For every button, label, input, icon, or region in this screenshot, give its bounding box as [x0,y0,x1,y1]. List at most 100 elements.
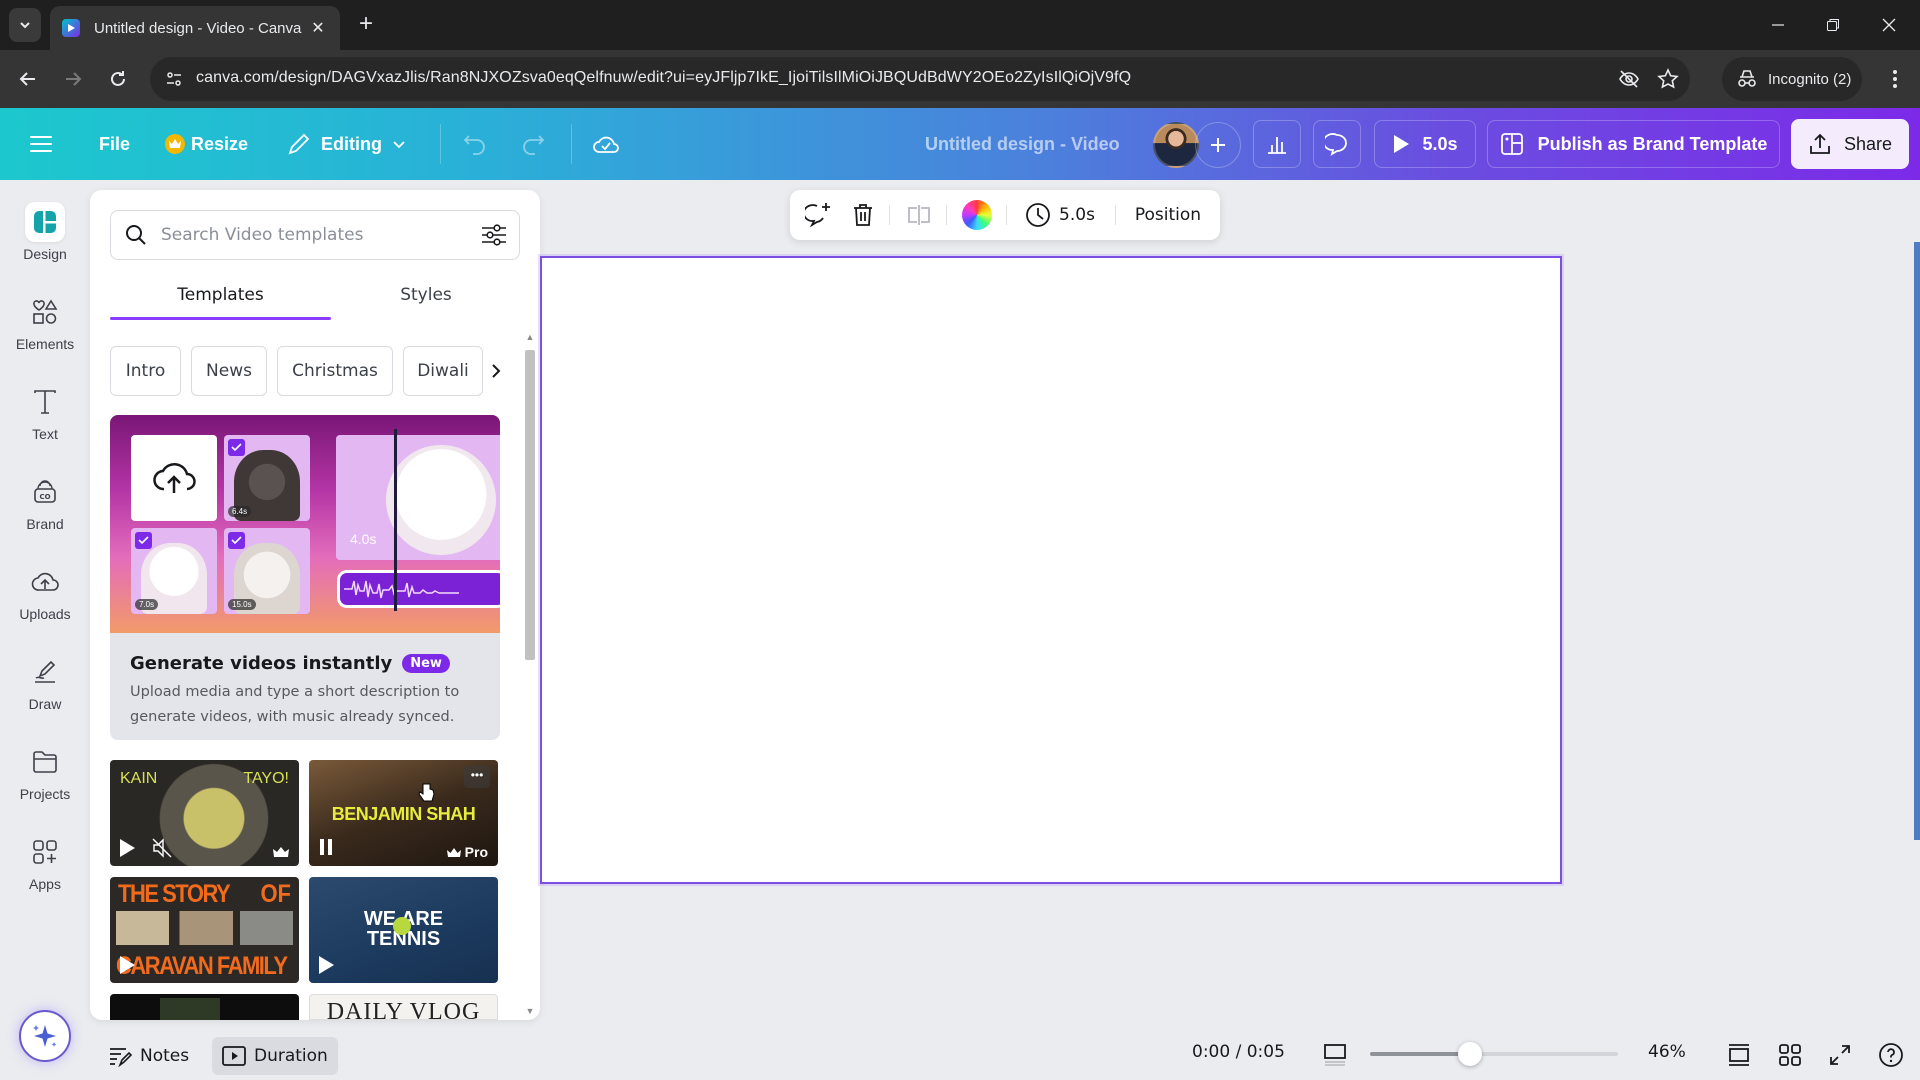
canvas-scrollbar[interactable] [1914,242,1920,840]
timing-button[interactable]: 5.0s [1018,198,1102,232]
search-input[interactable] [161,225,469,245]
user-avatar[interactable] [1153,122,1199,168]
reload-button[interactable] [102,63,134,95]
close-window-button[interactable] [1866,8,1912,42]
rail-label: Text [32,426,58,442]
template-card[interactable]: WE ARE TENNIS [309,877,498,983]
incognito-indicator[interactable]: Incognito (2) [1722,57,1862,101]
duration-button[interactable]: Duration [212,1037,338,1075]
template-text: CARAVAN FAMILY [116,951,288,980]
rail-item-elements[interactable]: Elements [0,292,90,372]
file-menu[interactable]: File [99,108,130,180]
publish-brand-template-button[interactable]: Publish as Brand Template [1487,120,1780,168]
template-card[interactable]: BENJAMIN SHAH ••• Pro [309,760,498,866]
notes-icon [110,1048,132,1067]
zoom-slider-handle[interactable] [1458,1042,1482,1066]
design-page-canvas[interactable] [540,256,1562,884]
page-thumbnails-toggle[interactable] [1320,1040,1350,1070]
filter-chip-diwali[interactable]: Diwali [403,346,483,396]
chips-scroll-right-button[interactable] [482,356,510,386]
comments-button[interactable] [1313,120,1361,168]
cloud-upload-icon [25,562,65,602]
rail-item-brand[interactable]: CO Brand [0,472,90,552]
scroll-up-arrow[interactable]: ▲ [525,332,535,342]
close-tab-icon[interactable]: ✕ [306,16,330,40]
folder-icon [25,742,65,782]
rail-label: Design [23,246,67,262]
eye-off-icon[interactable] [1618,68,1640,90]
scroll-down-arrow[interactable]: ▼ [525,1006,535,1016]
play-preview-button[interactable]: 5.0s [1374,120,1476,168]
template-card[interactable]: KAIN TAYO! [110,760,299,866]
chevron-down-icon [393,141,405,149]
filter-chip-news[interactable]: News [191,346,267,396]
save-status-button[interactable] [592,108,620,180]
bookmark-star-icon[interactable] [1657,68,1679,90]
tab-styles[interactable]: Styles [331,270,521,320]
browser-tab[interactable]: Untitled design - Video - Canva ✕ [50,6,340,50]
filter-sliders-icon[interactable] [469,224,519,246]
zoom-percentage[interactable]: 46% [1648,1042,1686,1062]
minimize-icon [1772,24,1784,26]
rail-item-text[interactable]: Text [0,382,90,462]
help-button[interactable] [1876,1040,1906,1070]
panel-scrollbar[interactable]: ▲ ▼ [522,330,538,1020]
filter-chip-intro[interactable]: Intro [110,346,181,396]
undo-button[interactable] [462,108,488,180]
template-card[interactable]: THE STORY OF CARAVAN FAMILY [110,877,299,983]
main-menu-button[interactable] [30,108,52,180]
fullscreen-button[interactable] [1825,1040,1855,1070]
grid-view-button[interactable] [1775,1040,1805,1070]
insights-button[interactable] [1253,120,1301,168]
generate-videos-promo-card[interactable]: 6.4s 7.0s 15.0s 4.0s Generate videos ins… [110,415,500,740]
zoom-slider[interactable] [1370,1042,1618,1066]
template-search-field[interactable] [110,210,520,260]
duration-label: Duration [254,1046,328,1066]
rail-item-uploads[interactable]: Uploads [0,562,90,642]
back-button[interactable] [12,63,44,95]
background-color-button[interactable] [960,198,994,232]
design-title[interactable]: Untitled design - Video [925,108,1120,180]
editing-mode-dropdown[interactable]: Editing [287,108,406,180]
filter-chip-christmas[interactable]: Christmas [277,346,393,396]
play-icon[interactable] [118,838,136,858]
rail-item-draw[interactable]: Draw [0,652,90,732]
sparkle-icon [33,1025,57,1047]
rail-item-projects[interactable]: Projects [0,742,90,822]
play-icon[interactable] [317,955,335,975]
site-info-icon[interactable] [162,67,186,91]
rail-item-design[interactable]: Design [0,202,90,282]
tab-search-button[interactable] [9,8,41,42]
add-collaborator-button[interactable] [1195,122,1241,168]
add-comment-button[interactable] [802,198,836,232]
page-view-button[interactable] [1724,1040,1754,1070]
resize-button[interactable]: Resize [165,108,248,180]
template-card[interactable] [110,994,299,1020]
rail-label: Brand [26,516,64,532]
split-page-button[interactable] [902,198,936,232]
clip-duration: 7.0s [135,599,159,610]
search-icon [111,224,161,246]
tab-templates[interactable]: Templates [110,270,331,320]
share-label: Share [1843,133,1893,154]
restore-button[interactable] [1810,8,1856,42]
pause-icon[interactable] [319,838,333,856]
new-tab-button[interactable]: + [352,10,380,38]
minimize-button[interactable] [1755,8,1801,42]
play-icon[interactable] [118,955,136,975]
browser-menu-button[interactable] [1880,64,1910,94]
rail-item-apps[interactable]: Apps [0,832,90,912]
address-bar[interactable]: canva.com/design/DAGVxazJlis/Ran8NJXOZsv… [150,57,1690,101]
comment-add-icon [805,203,830,228]
redo-button[interactable] [520,108,546,180]
mute-icon[interactable] [152,838,174,858]
magic-assistant-button[interactable] [19,1010,71,1062]
delete-button[interactable] [846,198,880,232]
more-options-button[interactable]: ••• [464,766,490,788]
share-button[interactable]: Share [1791,119,1909,169]
position-button[interactable]: Position [1126,198,1210,232]
scrollbar-thumb[interactable] [525,350,535,660]
template-card[interactable]: DAILY VLOG [309,994,498,1020]
notes-button[interactable]: Notes [108,1037,189,1075]
forward-button[interactable] [57,63,89,95]
